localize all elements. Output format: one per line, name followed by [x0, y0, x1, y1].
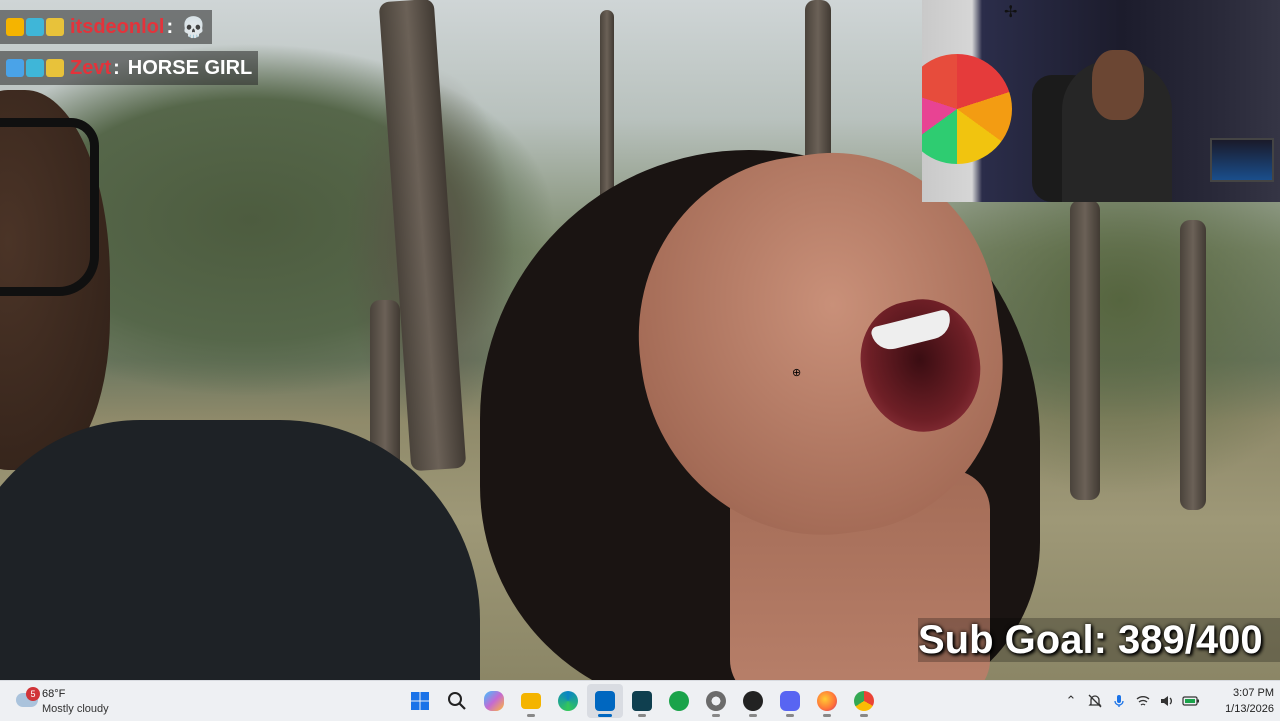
- taskbar: 5 68°F Mostly cloudy ⌃ 3:07 PM 1/13/2026: [0, 680, 1280, 721]
- chat-badges: [6, 18, 64, 36]
- folder-icon: [521, 693, 541, 709]
- sub-badge-icon: [26, 18, 44, 36]
- discord-icon: [780, 691, 800, 711]
- wifi-icon[interactable]: [1134, 692, 1152, 710]
- clock[interactable]: 3:07 PM 1/13/2026: [1208, 685, 1274, 717]
- edge-icon: [558, 691, 578, 711]
- prize-wheel: [922, 54, 1012, 164]
- file-explorer-button[interactable]: [513, 684, 549, 718]
- chat-username[interactable]: itsdeonlol: [70, 16, 164, 39]
- obs-icon: [743, 691, 763, 711]
- edge-button[interactable]: [550, 684, 586, 718]
- store-icon: [595, 691, 615, 711]
- muted-notifications-icon[interactable]: [1086, 692, 1104, 710]
- copilot-button[interactable]: [476, 684, 512, 718]
- copilot-icon: [484, 691, 504, 711]
- tree-trunk: [1180, 220, 1206, 510]
- sword-badge-icon: [6, 59, 24, 77]
- tree-trunk: [1070, 200, 1100, 500]
- search-icon: [448, 692, 466, 710]
- firefox-icon: [817, 691, 837, 711]
- tree-trunk: [805, 0, 831, 170]
- discord-button[interactable]: [772, 684, 808, 718]
- electric-fireplace: [1210, 138, 1274, 182]
- streamer-head: [1092, 50, 1144, 120]
- bits-badge-icon: [46, 59, 64, 77]
- weather-temp: 68°F: [42, 688, 66, 700]
- microphone-icon[interactable]: [1110, 692, 1128, 710]
- glasses: [0, 118, 99, 296]
- volume-icon[interactable]: [1158, 692, 1176, 710]
- chat-separator: :: [166, 15, 174, 38]
- sub-badge-icon: [26, 59, 44, 77]
- taskbar-apps: [402, 684, 882, 718]
- chrome-icon: [854, 691, 874, 711]
- webcam-overlay: ✢: [922, 0, 1280, 202]
- weather-widget[interactable]: 5 68°F Mostly cloudy: [14, 685, 164, 717]
- clock-date: 1/13/2026: [1225, 703, 1274, 715]
- chat-badges: [6, 59, 64, 77]
- gear-icon: [706, 691, 726, 711]
- battery-icon[interactable]: [1182, 692, 1200, 710]
- chat-separator: :: [113, 56, 120, 79]
- tree-trunk: [600, 10, 614, 210]
- evernote-icon: [669, 691, 689, 711]
- sub-goal-counter: Sub Goal: 389/400: [918, 618, 1280, 662]
- start-button[interactable]: [402, 684, 438, 718]
- crown-badge-icon: [6, 18, 24, 36]
- settings-button[interactable]: [698, 684, 734, 718]
- terminal-button[interactable]: [624, 684, 660, 718]
- terminal-icon: [632, 691, 652, 711]
- evernote-button[interactable]: [661, 684, 697, 718]
- microsoft-store-button[interactable]: [587, 684, 623, 718]
- show-hidden-icons-button[interactable]: ⌃: [1062, 692, 1080, 710]
- person-left-shirt: [0, 420, 480, 680]
- chat-text: HORSE GIRL: [127, 56, 253, 79]
- weather-condition: Mostly cloudy: [42, 703, 109, 715]
- obs-button[interactable]: [735, 684, 771, 718]
- chat-message: itsdeonlol : 💀: [0, 10, 213, 44]
- chat-text: 💀: [181, 16, 207, 39]
- search-button[interactable]: [439, 684, 475, 718]
- notification-badge: 5: [26, 687, 40, 701]
- clock-time: 3:07 PM: [1233, 687, 1274, 699]
- zoom-cursor-icon: ⊕: [792, 367, 802, 379]
- ceiling-fan-icon: ✢: [1004, 4, 1018, 21]
- chrome-button[interactable]: [846, 684, 882, 718]
- bits-badge-icon: [46, 18, 64, 36]
- chat-message: Zevt : HORSE GIRL: [0, 51, 259, 85]
- windows-icon: [411, 692, 429, 710]
- system-tray: ⌃: [1062, 689, 1200, 713]
- chat-username[interactable]: Zevt: [70, 57, 111, 80]
- firefox-button[interactable]: [809, 684, 845, 718]
